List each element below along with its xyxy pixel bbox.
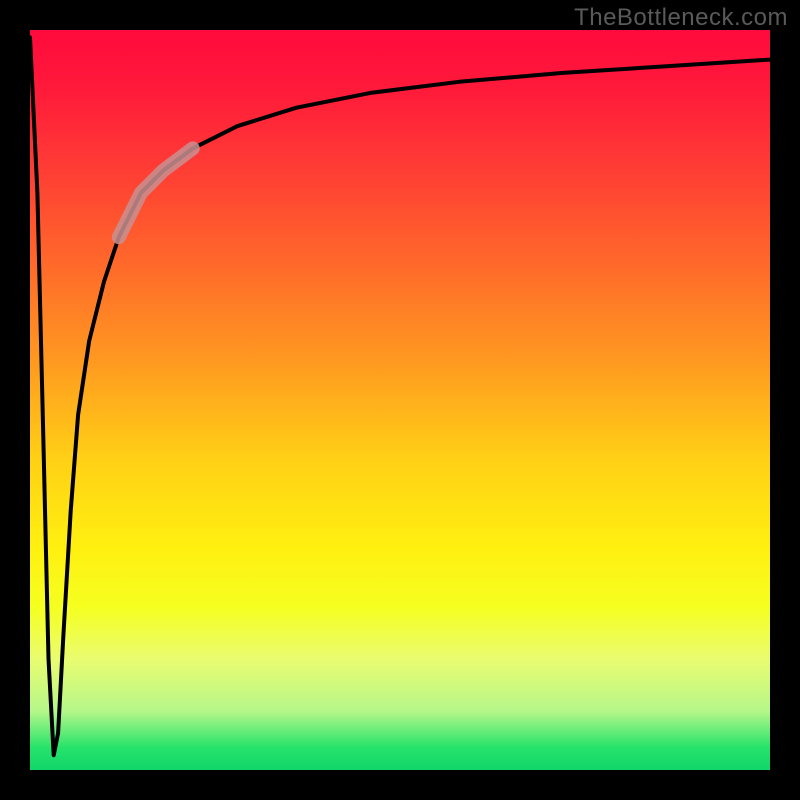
watermark-text: TheBottleneck.com — [574, 4, 788, 32]
bottleneck-curve — [30, 37, 770, 755]
highlight-segment — [119, 148, 193, 237]
chart-frame: TheBottleneck.com — [0, 0, 800, 800]
plot-area — [30, 30, 770, 770]
curve-layer — [30, 30, 770, 770]
